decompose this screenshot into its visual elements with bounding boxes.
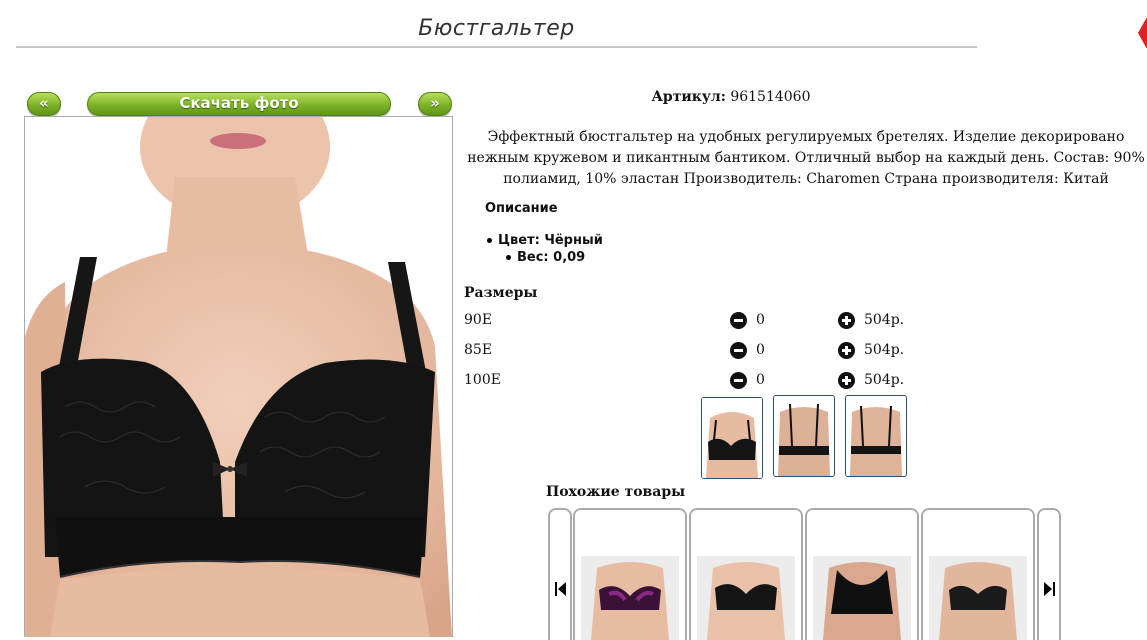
plus-icon[interactable] [838,312,855,329]
similar-item-black-balconette-bra[interactable] [921,508,1035,640]
size-row-100e: 100E 0 504р. [464,370,924,392]
size-quantity: 0 [756,312,765,328]
sizes-heading: Размеры [464,285,538,301]
similar-item-black-lace-bra[interactable] [689,508,803,640]
plus-icon[interactable] [838,342,855,359]
description-heading: Описание [485,201,558,216]
minus-icon[interactable] [730,342,747,359]
similar-item-image [807,510,917,640]
size-row-90e: 90E 0 504р. [464,310,924,332]
thumbnail-back-2[interactable] [845,395,907,477]
size-quantity: 0 [756,342,765,358]
attribute-weight: Вес: 0,09 [506,249,603,266]
size-price: 504р. [864,342,905,358]
size-name: 85E [464,342,493,358]
product-photo[interactable] [24,116,453,637]
attribute-color-text: Цвет: Чёрный [498,233,603,248]
thumbnail-front[interactable] [701,397,763,479]
download-photo-button[interactable]: Скачать фото [87,92,391,116]
size-price: 504р. [864,312,905,328]
plus-icon[interactable] [838,372,855,389]
bullet-icon [506,255,511,260]
attribute-color: Цвет: Чёрный [487,232,603,249]
similar-products-heading: Похожие товары [546,484,686,500]
page-title: Бюстгальтер [418,16,575,41]
size-name: 90E [464,312,493,328]
similar-item-image [575,510,685,640]
similar-item-purple-bra[interactable] [573,508,687,640]
minus-icon[interactable] [730,312,747,329]
thumbnail-image [702,398,762,478]
next-photo-button[interactable]: » [418,92,452,116]
thumbnail-image [774,396,834,476]
close-icon[interactable] [1138,18,1147,48]
bullet-icon [487,238,492,243]
prev-photo-button[interactable]: « [27,92,61,116]
thumbnail-back[interactable] [773,395,835,477]
similar-item-image [691,510,801,640]
similar-item-black-sports-bra[interactable] [805,508,919,640]
carousel-prev-button[interactable] [548,508,572,640]
size-row-85e: 85E 0 504р. [464,340,924,362]
carousel-next-button[interactable] [1037,508,1061,640]
product-description: Эффектный бюстгальтер на удобных регулир… [467,129,1145,187]
article-value: 961514060 [730,89,811,105]
size-quantity: 0 [756,372,765,388]
skip-forward-icon [1044,582,1055,596]
size-price: 504р. [864,372,905,388]
minus-icon[interactable] [730,372,747,389]
product-photo-image [25,117,452,637]
title-divider [16,46,977,48]
article-line: Артикул: 961514060 [466,89,996,105]
attribute-list: Цвет: Чёрный Вес: 0,09 [487,232,603,266]
thumbnail-image [846,396,906,476]
article-label: Артикул: [651,89,726,105]
similar-item-image [923,510,1033,640]
size-name: 100E [464,372,501,388]
skip-back-icon [555,582,566,596]
attribute-weight-text: Вес: 0,09 [517,250,586,265]
